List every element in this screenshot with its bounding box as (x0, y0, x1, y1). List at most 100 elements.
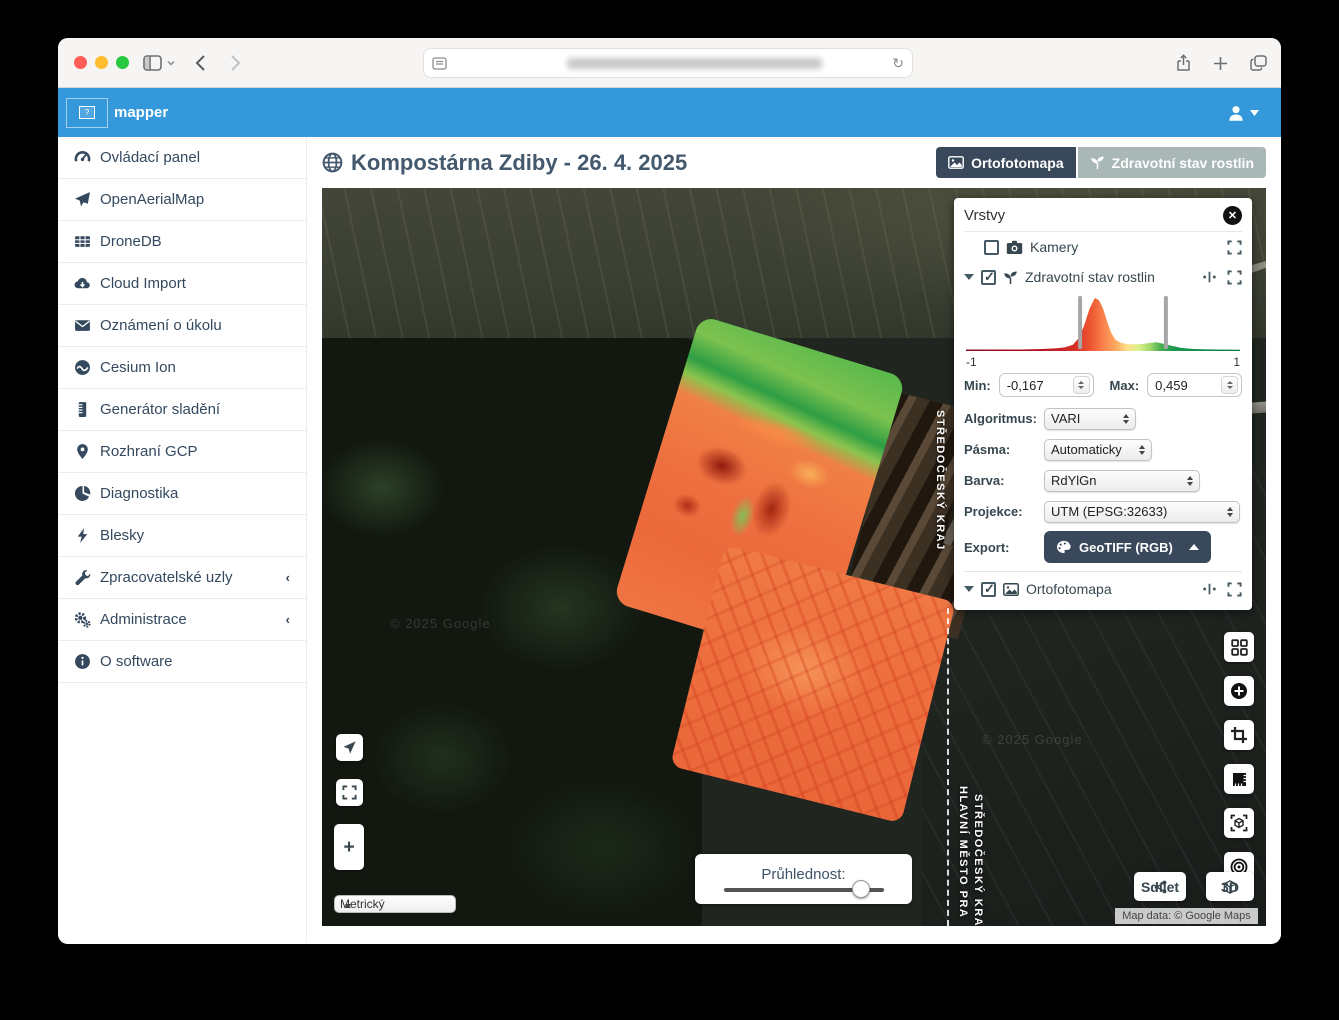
zoom-to-layer-icon[interactable] (1227, 270, 1242, 285)
close-window-button[interactable] (74, 56, 87, 69)
locate-me-button[interactable] (336, 734, 363, 761)
sidebar-item-cesium-ion[interactable]: Cesium Ion (58, 347, 306, 389)
sidebar-toggle-icon[interactable] (143, 55, 175, 71)
back-button[interactable] (195, 54, 206, 72)
collapse-caret-icon[interactable] (964, 274, 974, 280)
measure-area-icon (1231, 771, 1248, 788)
info-icon (74, 653, 91, 670)
plus-circle-icon (1230, 682, 1248, 700)
projection-select[interactable]: UTM (EPSG:32633) (1044, 501, 1240, 523)
region-label: STŘEDOČESKÝ KRAJ (934, 410, 946, 551)
wrench-icon (74, 569, 91, 586)
tab-overview-icon[interactable] (1250, 55, 1267, 71)
app-name: mapper (114, 104, 168, 121)
forward-button[interactable] (230, 54, 241, 72)
region-label: HLAVNÍ MĚSTO PRA (957, 786, 969, 918)
caret-up-icon (1189, 544, 1199, 550)
units-select[interactable]: Metrický (334, 895, 456, 913)
caret-down-icon (1250, 110, 1259, 116)
measure-button[interactable] (1224, 764, 1254, 794)
histogram-adjust-icon[interactable] (1202, 582, 1217, 596)
image-icon (1003, 583, 1019, 596)
sidebar-item-gcp-interface[interactable]: Rozhraní GCP (58, 431, 306, 473)
select-arrows-icon (1187, 476, 1193, 486)
histogram-adjust-icon[interactable] (1202, 270, 1217, 284)
plant-health-view-button[interactable]: Zdravotní stav rostlin (1078, 147, 1266, 178)
minimize-window-button[interactable] (95, 56, 108, 69)
sidebar-item-lightning[interactable]: Blesky (58, 515, 306, 557)
zoom-window-button[interactable] (116, 56, 129, 69)
export-geotiff-button[interactable]: GeoTIFF (RGB) (1044, 531, 1211, 563)
zoom-to-layer-icon[interactable] (1227, 240, 1242, 255)
min-label: Min: (964, 378, 991, 393)
min-input[interactable] (1000, 378, 1066, 393)
region-label: STŘEDOČESKÝ KRA (972, 794, 984, 926)
share-page-icon[interactable] (1176, 54, 1191, 72)
center-model-button[interactable] (1224, 808, 1254, 838)
opacity-slider[interactable] (724, 888, 884, 892)
palette-icon (1056, 540, 1071, 554)
stepper-icon[interactable] (1221, 376, 1238, 394)
new-tab-icon[interactable] (1213, 56, 1228, 71)
sidebar-item-administration[interactable]: Administrace ‹ (58, 599, 306, 641)
histogram-axis-max: 1 (1233, 355, 1240, 369)
stepper-icon[interactable] (1073, 376, 1090, 394)
browser-toolbar: ↻ (58, 38, 1281, 88)
paper-plane-icon (74, 191, 91, 208)
sidebar-item-about[interactable]: O software (58, 641, 306, 683)
sidebar-item-dronedb[interactable]: DroneDB (58, 221, 306, 263)
app-logo[interactable]: ? (66, 98, 108, 128)
expand-icon (342, 785, 357, 800)
sidebar-item-cloud-import[interactable]: Cloud Import (58, 263, 306, 305)
camera-layer-checkbox[interactable] (984, 240, 999, 255)
ortho-view-button[interactable]: Ortofotomapa (936, 147, 1076, 178)
select-arrows-icon (1227, 507, 1233, 517)
reload-icon[interactable]: ↻ (892, 55, 904, 72)
add-annotation-button[interactable] (1224, 676, 1254, 706)
opacity-slider-handle[interactable] (852, 880, 870, 898)
address-bar[interactable]: ↻ (423, 48, 913, 78)
user-icon (1226, 104, 1246, 122)
grid-icon (1231, 639, 1248, 656)
max-input[interactable] (1148, 378, 1214, 393)
zoom-out-button[interactable]: − (343, 838, 354, 857)
browser-window: ↻ ? mapper Ovládací panel OpenAerialMa (58, 38, 1281, 944)
bands-select[interactable]: Automaticky (1044, 439, 1152, 461)
sidebar-item-diagnostics[interactable]: Diagnostika (58, 473, 306, 515)
image-icon (948, 156, 964, 169)
user-menu[interactable] (1226, 104, 1259, 122)
histogram[interactable]: -1 1 (964, 292, 1242, 369)
algorithm-select[interactable]: VARI (1044, 408, 1136, 430)
fit-extent-button[interactable] (336, 779, 363, 806)
broken-image-icon: ? (79, 106, 95, 119)
sidebar-item-alignment-generator[interactable]: Generátor sladění (58, 389, 306, 431)
admin-boundary-line (947, 608, 949, 926)
url-text-redacted (567, 58, 822, 69)
model-focus-icon (1230, 814, 1248, 832)
chevron-left-icon: ‹ (286, 570, 290, 585)
3d-view-button[interactable]: 3D (1206, 872, 1254, 901)
reader-mode-icon[interactable] (432, 57, 447, 70)
health-layer-checkbox[interactable] (981, 270, 996, 285)
layers-grid-button[interactable] (1224, 632, 1254, 662)
sidebar-item-dashboard[interactable]: Ovládací panel (58, 137, 306, 179)
zoom-to-layer-icon[interactable] (1227, 582, 1242, 597)
close-icon[interactable]: ✕ (1223, 206, 1242, 225)
colormap-select[interactable]: RdYlGn (1044, 470, 1200, 492)
table-icon (74, 233, 91, 250)
ortho-layer-checkbox[interactable] (981, 582, 996, 597)
share-button[interactable]: Sdílet (1134, 872, 1186, 901)
crop-button[interactable] (1224, 720, 1254, 750)
seedling-icon (1090, 155, 1105, 170)
map-canvas[interactable]: STŘEDOČESKÝ KRAJ HLAVNÍ MĚSTO PRA STŘEDO… (322, 188, 1266, 926)
map-marker-icon (74, 443, 91, 460)
sidebar-item-task-notification[interactable]: Oznámení o úkolu (58, 305, 306, 347)
map-forest-texture (322, 338, 702, 926)
sidebar-item-openaerialmap[interactable]: OpenAerialMap (58, 179, 306, 221)
collapse-caret-icon[interactable] (964, 586, 974, 592)
ortho-layer-row: Ortofotomapa (964, 574, 1242, 604)
ruler-icon (74, 401, 91, 418)
sidebar-item-processing-nodes[interactable]: Zpracovatelské uzly ‹ (58, 557, 306, 599)
layers-panel-title: Vrstvy (964, 207, 1005, 224)
max-input-box (1147, 373, 1242, 397)
